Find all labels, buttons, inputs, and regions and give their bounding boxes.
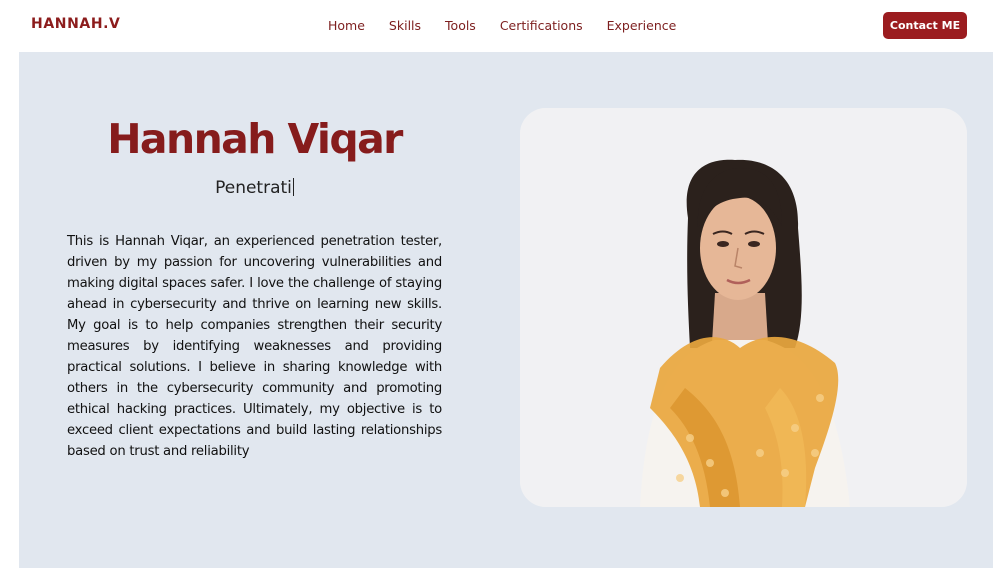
hero-bio: This is Hannah Viqar, an experienced pen… (67, 234, 442, 459)
brand-logo[interactable]: HANNAH.V (31, 16, 121, 32)
nav-link-certifications[interactable]: Certifications (500, 18, 583, 33)
nav-links: Home Skills Tools Certifications Experie… (328, 18, 676, 33)
nav-link-experience[interactable]: Experience (607, 18, 677, 33)
hero-name: Hannah Viqar (107, 115, 403, 163)
page-margin (0, 52, 19, 571)
nav-link-tools[interactable]: Tools (445, 18, 476, 33)
profile-photo (520, 108, 967, 507)
navbar: HANNAH.V Home Skills Tools Certification… (0, 0, 993, 52)
nav-link-skills[interactable]: Skills (389, 18, 421, 33)
typed-role: Penetrati (67, 178, 442, 198)
portrait-photo-icon (520, 108, 967, 507)
typed-role-text: Penetrati (215, 178, 292, 198)
contact-button[interactable]: Contact ME (883, 12, 967, 39)
nav-link-home[interactable]: Home (328, 18, 365, 33)
text-cursor (292, 178, 294, 196)
